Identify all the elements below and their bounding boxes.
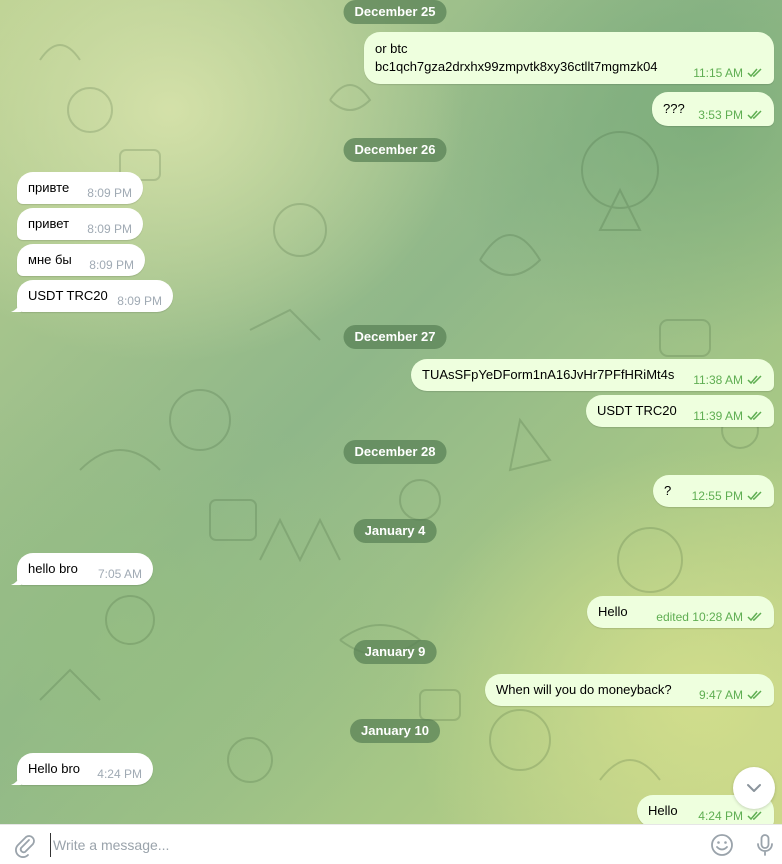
message-bubble-incoming[interactable]: мне бы 8:09 PM — [17, 244, 145, 276]
message-meta: 8:09 PM — [87, 222, 132, 236]
message-time: 11:38 AM — [693, 373, 743, 387]
message-text: When will you do moneyback? — [496, 682, 672, 697]
message-input[interactable]: Write a message... — [50, 833, 693, 857]
double-check-icon — [747, 110, 762, 120]
message-bubble-outgoing[interactable]: TUAsSFpYeDForm1nA16JvHr7PFfHRiMt4s 11:38… — [411, 359, 774, 391]
date-separator: December 26 — [343, 138, 447, 162]
message-meta: 11:39 AM — [693, 409, 763, 423]
date-separator: December 28 — [343, 440, 447, 464]
message-text: USDT TRC20 — [597, 403, 677, 418]
message-bubble-incoming[interactable]: hello bro 7:05 AM — [11, 553, 153, 585]
message-bubble-incoming[interactable]: привте 8:09 PM — [17, 172, 143, 204]
message-text: bc1qch7gza2drxhx99zmpvtk8xy36ctllt7mgmzk… — [375, 59, 658, 74]
message-text: or btc — [375, 41, 408, 56]
message-text: Hello bro — [28, 761, 81, 776]
message-bubble-incoming[interactable]: USDT TRC20 8:09 PM — [11, 280, 173, 312]
chevron-down-icon — [747, 784, 761, 792]
microphone-icon[interactable] — [752, 832, 778, 858]
date-separator: January 9 — [353, 640, 437, 664]
message-time: 8:09 PM — [87, 222, 132, 236]
double-check-icon — [747, 612, 762, 622]
message-composer: Write a message... — [0, 824, 782, 864]
bubble-tail — [11, 775, 21, 785]
message-meta: 12:55 PM — [692, 489, 763, 503]
message-meta: 9:47 AM — [699, 688, 763, 702]
double-check-icon — [747, 811, 762, 821]
message-text: привте — [28, 180, 70, 195]
scroll-to-bottom-button[interactable] — [733, 767, 775, 809]
message-text: Hello — [648, 803, 678, 818]
message-text: Hello — [598, 604, 628, 619]
double-check-icon — [747, 411, 762, 421]
message-bubble-outgoing[interactable]: or btc bc1qch7gza2drxhx99zmpvtk8xy36ctll… — [364, 32, 774, 84]
message-time: 4:24 PM — [698, 809, 743, 823]
message-bubble-incoming[interactable]: Hello bro 4:24 PM — [11, 753, 153, 785]
message-bubble-incoming[interactable]: привет 8:09 PM — [17, 208, 143, 240]
message-text: hello bro — [28, 561, 78, 576]
message-time: edited 10:28 AM — [656, 610, 743, 624]
message-meta: 4:24 PM — [698, 809, 763, 823]
message-time: 8:09 PM — [89, 258, 134, 272]
bubble-tail — [11, 302, 21, 312]
message-time: 12:55 PM — [691, 489, 743, 503]
message-text: TUAsSFpYeDForm1nA16JvHr7PFfHRiMt4s — [422, 367, 675, 382]
message-text: ? — [664, 483, 672, 498]
double-check-icon — [747, 491, 762, 501]
message-meta: edited 10:28 AM — [656, 610, 763, 624]
message-time: 8:09 PM — [87, 186, 132, 200]
message-time: 9:47 AM — [698, 688, 743, 702]
message-time: 11:15 AM — [693, 66, 743, 80]
message-bubble-outgoing[interactable]: ??? 3:53 PM — [652, 92, 774, 126]
date-separator: December 27 — [343, 325, 447, 349]
message-bubble-outgoing[interactable]: Hello edited 10:28 AM — [587, 596, 774, 628]
date-separator: January 4 — [353, 519, 437, 543]
message-time: 11:39 AM — [693, 409, 743, 423]
smile-icon[interactable] — [709, 832, 735, 858]
date-separator: January 10 — [350, 719, 440, 743]
message-meta: 3:53 PM — [698, 108, 763, 122]
message-text: ??? — [663, 101, 685, 116]
date-separator: December 25 — [343, 0, 447, 24]
message-bubble-outgoing[interactable]: ? 12:55 PM — [653, 475, 774, 507]
double-check-icon — [747, 690, 762, 700]
message-meta: 7:05 AM — [98, 567, 142, 581]
chat-area[interactable]: December 25 December 26 December 27 Dece… — [0, 0, 782, 824]
message-text: привет — [28, 216, 70, 231]
message-text: мне бы — [28, 252, 72, 267]
message-meta: 4:24 PM — [97, 767, 142, 781]
message-meta: 8:09 PM — [117, 294, 162, 308]
message-time: 8:09 PM — [117, 294, 162, 308]
double-check-icon — [747, 375, 762, 385]
message-bubble-outgoing[interactable]: When will you do moneyback? 9:47 AM — [485, 674, 774, 706]
message-time: 3:53 PM — [698, 108, 743, 122]
message-time: 4:24 PM — [97, 767, 142, 781]
message-meta: 11:38 AM — [693, 373, 763, 387]
message-time: 7:05 AM — [97, 567, 142, 581]
message-meta: 8:09 PM — [87, 186, 132, 200]
paperclip-icon[interactable] — [12, 832, 38, 858]
double-check-icon — [747, 68, 762, 78]
message-text: USDT TRC20 — [28, 288, 108, 303]
message-meta: 8:09 PM — [89, 258, 134, 272]
bubble-tail — [11, 575, 21, 585]
message-meta: 11:15 AM — [693, 66, 763, 80]
message-bubble-outgoing[interactable]: USDT TRC20 11:39 AM — [586, 395, 774, 427]
